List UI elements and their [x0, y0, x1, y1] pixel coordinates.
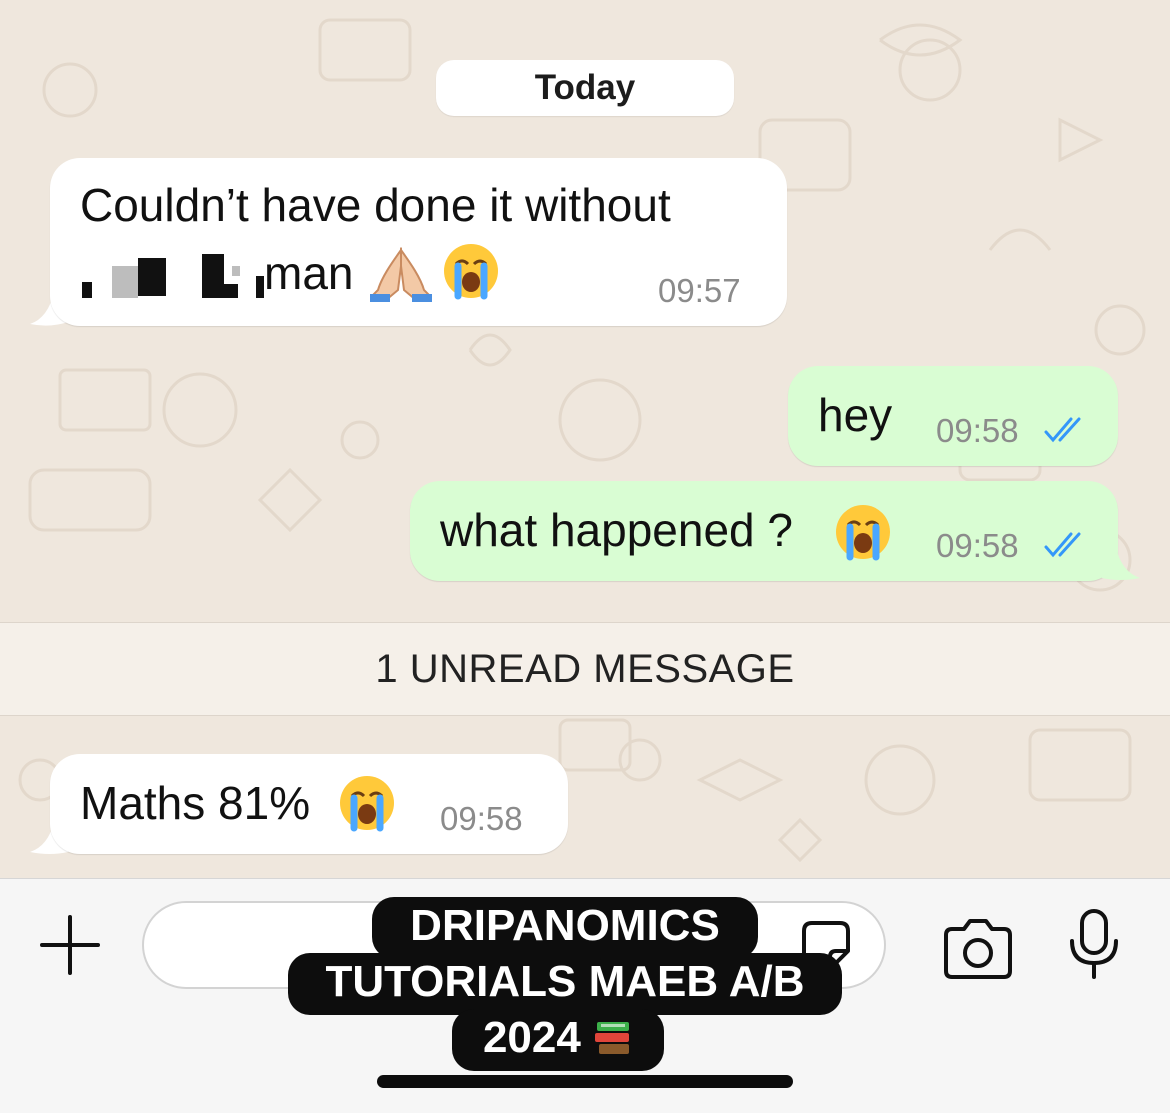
message-time: 09:58	[440, 800, 523, 837]
message-bubble-outgoing[interactable]: hey 09:58	[788, 366, 1118, 466]
redacted-name	[202, 284, 238, 298]
folded-hands-emoji	[370, 246, 432, 302]
message-text: man	[264, 247, 354, 299]
books-icon	[595, 1022, 630, 1054]
date-separator: Today	[436, 60, 734, 116]
message-bubble-outgoing[interactable]: what happened ? 09:58	[410, 481, 1118, 581]
unread-divider: 1 UNREAD MESSAGE	[0, 622, 1170, 716]
message-bubble-incoming[interactable]: Maths 81% 09:58	[50, 754, 568, 854]
redacted-name	[112, 266, 138, 298]
home-indicator[interactable]	[377, 1075, 793, 1088]
message-time: 09:57	[658, 272, 741, 309]
message-composer: DRIPANOMICS TUTORIALS MAEB A/B 2024	[0, 878, 1170, 1113]
loudly-crying-face-emoji	[340, 776, 394, 832]
caption-line-year: 2024	[452, 1009, 664, 1071]
message-bubble-incoming[interactable]: Couldn’t have done it without man 09:57	[50, 158, 787, 326]
redacted-name	[256, 276, 264, 298]
loudly-crying-face-emoji	[836, 505, 890, 561]
message-time: 09:58	[936, 412, 1019, 449]
caption-line: TUTORIALS MAEB A/B	[288, 953, 842, 1015]
loudly-crying-face-emoji	[444, 244, 498, 300]
camera-icon[interactable]	[940, 917, 1016, 981]
redacted-name	[232, 266, 240, 276]
plus-icon[interactable]	[38, 913, 102, 977]
read-receipt-icon	[1044, 532, 1081, 558]
message-text: Couldn’t have done it without	[80, 179, 671, 231]
caption-year-text: 2024	[482, 1013, 581, 1062]
message-time: 09:58	[936, 527, 1019, 564]
redacted-name	[138, 258, 166, 296]
message-text: hey	[818, 389, 893, 441]
read-receipt-icon	[1044, 417, 1081, 443]
caption-line: DRIPANOMICS	[372, 897, 758, 959]
redacted-name	[82, 282, 92, 298]
message-text: Maths 81%	[80, 777, 311, 829]
bubble-tail	[1102, 548, 1140, 580]
microphone-icon[interactable]	[1066, 907, 1122, 981]
message-text: what happened ?	[440, 504, 793, 556]
chat-area[interactable]: Today Couldn’t have done it without man …	[0, 0, 1170, 878]
